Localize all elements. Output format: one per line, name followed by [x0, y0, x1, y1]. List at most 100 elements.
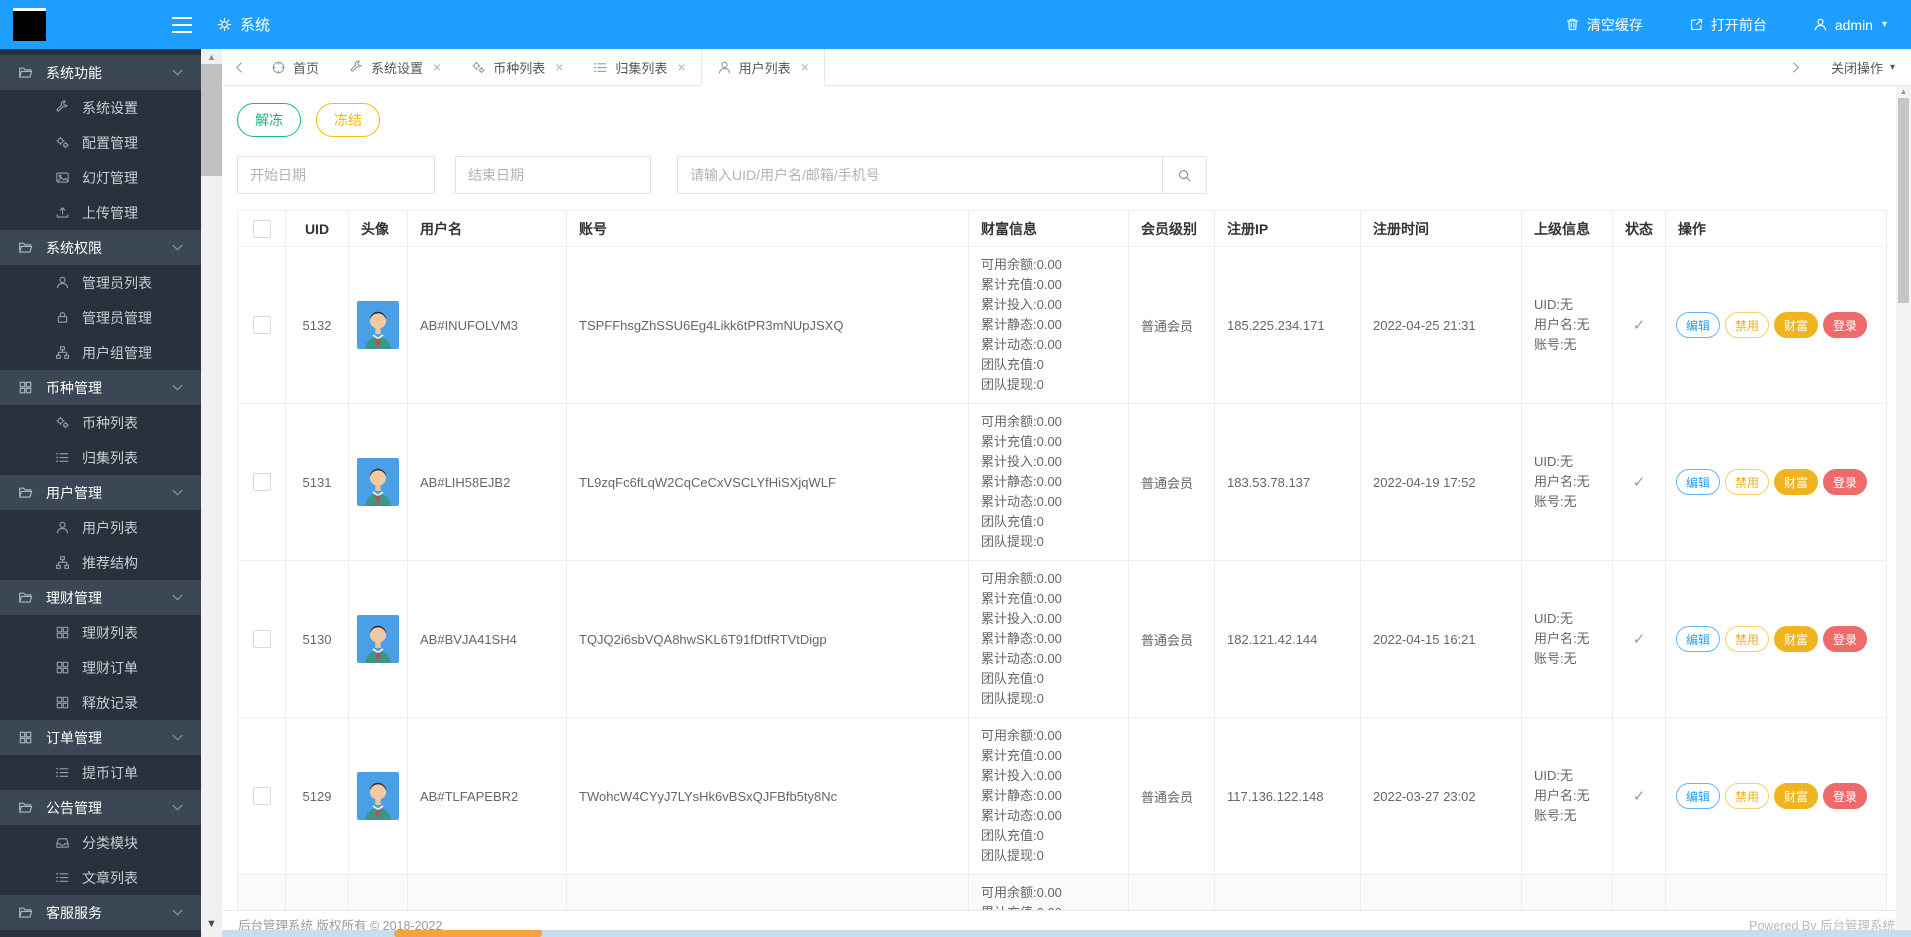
- row-action-outline-blue[interactable]: 编辑: [1676, 312, 1721, 338]
- sidebar-item[interactable]: 用户组管理: [0, 335, 201, 370]
- row-action-solid-amber[interactable]: 财富: [1774, 783, 1819, 809]
- tab-label: 系统设置: [371, 60, 424, 76]
- sidebar-item[interactable]: 推荐结构: [0, 545, 201, 580]
- row-action-solid-red[interactable]: 登录: [1823, 783, 1868, 809]
- close-icon[interactable]: ×: [555, 59, 563, 75]
- menu-toggle-button[interactable]: [163, 0, 201, 49]
- row-action-solid-red[interactable]: 登录: [1823, 312, 1868, 338]
- cell-account: [566, 874, 969, 910]
- column-header: 用户名: [407, 210, 567, 247]
- row-action-outline-blue[interactable]: 编辑: [1676, 626, 1721, 652]
- close-icon[interactable]: ×: [433, 59, 441, 75]
- parent-line: 账号:无: [1534, 494, 1577, 509]
- sidebar-scrollbar-thumb[interactable]: [201, 64, 222, 176]
- search-button[interactable]: [1162, 156, 1207, 194]
- sidebar-group-6[interactable]: 公告管理: [0, 790, 201, 825]
- sidebar-group-0[interactable]: 系统功能: [0, 55, 201, 90]
- sidebar-item[interactable]: 文章列表: [0, 860, 201, 895]
- cell-actions: 编辑 禁用 财富 登录: [1665, 717, 1887, 875]
- tab-1[interactable]: 系统设置 ×: [334, 49, 456, 85]
- select-all-checkbox[interactable]: [252, 219, 271, 238]
- sidebar-item[interactable]: 理财列表: [0, 615, 201, 650]
- tab-0[interactable]: 首页: [256, 49, 334, 85]
- row-checkbox[interactable]: [252, 630, 271, 648]
- close-icon[interactable]: ×: [801, 59, 809, 75]
- user-icon: [55, 275, 70, 290]
- tab-3[interactable]: 归集列表 ×: [578, 49, 700, 85]
- wealth-line: 可用余额:0.00: [981, 571, 1062, 586]
- scroll-up-icon[interactable]: ▲: [1896, 86, 1911, 98]
- sidebar-item[interactable]: 分类模块: [0, 825, 201, 860]
- cell-reg-time: 2022-04-25 21:31: [1360, 246, 1522, 404]
- horizontal-scrollbar[interactable]: [222, 930, 1911, 937]
- vertical-scrollbar-thumb[interactable]: [1898, 98, 1909, 303]
- topbar-action-1[interactable]: 打开前台: [1689, 15, 1767, 35]
- scroll-down-icon[interactable]: ▼: [206, 916, 217, 937]
- vertical-scrollbar[interactable]: ▲: [1896, 86, 1911, 930]
- bulk-actions: 解冻 冻结: [237, 103, 1896, 137]
- sidebar-item[interactable]: 幻灯管理: [0, 160, 201, 195]
- row-action-solid-red[interactable]: 登录: [1823, 626, 1868, 652]
- sidebar-group-4[interactable]: 理财管理: [0, 580, 201, 615]
- cell-wealth: 可用余额:0.00 累计充值:0.00 累计投入:0.00 累计静态:0.00 累计动态…: [968, 246, 1129, 404]
- search-input[interactable]: [677, 156, 1163, 194]
- close-icon[interactable]: ×: [677, 59, 685, 75]
- table-header-row: UID 头像 用户名 账号 财富信息 会员级别 注册IP 注册时间 上级信息 状态 操作: [237, 210, 1887, 247]
- sidebar-item[interactable]: 币种列表: [0, 405, 201, 440]
- sidebar-item[interactable]: 用户列表: [0, 510, 201, 545]
- sidebar-scrollbar[interactable]: ▲ ▼: [201, 49, 222, 937]
- row-action-outline-amber[interactable]: 禁用: [1725, 626, 1770, 652]
- cell-parent-info: UID:无 用户名:无 账号:无: [1521, 560, 1613, 718]
- row-action-outline-amber[interactable]: 禁用: [1725, 469, 1770, 495]
- cell-uid: 5129: [285, 717, 349, 875]
- parent-line: UID:无: [1534, 297, 1574, 312]
- row-checkbox[interactable]: [252, 316, 271, 334]
- sidebar-group-3[interactable]: 用户管理: [0, 475, 201, 510]
- sidebar-item[interactable]: 归集列表: [0, 440, 201, 475]
- horizontal-scrollbar-thumb[interactable]: [394, 930, 542, 937]
- row-action-solid-amber[interactable]: 财富: [1774, 312, 1819, 338]
- row-action-outline-amber[interactable]: 禁用: [1725, 783, 1770, 809]
- row-action-outline-blue[interactable]: 编辑: [1676, 469, 1721, 495]
- sidebar-group-5[interactable]: 订单管理: [0, 720, 201, 755]
- row-action-outline-blue[interactable]: 编辑: [1676, 783, 1721, 809]
- row-action-solid-red[interactable]: 登录: [1823, 469, 1868, 495]
- list-icon: [55, 870, 70, 885]
- table-row: 5132 AB#INUFOLVM3 TSPFFhsgZhSSU6Eg4Likk6tP…: [237, 246, 1887, 404]
- wealth-line: 累计充值:0.00: [981, 591, 1062, 606]
- scroll-up-icon[interactable]: ▲: [207, 49, 216, 64]
- folder-icon: [18, 590, 33, 605]
- close-operations-dropdown[interactable]: 关闭操作 ▾: [1831, 58, 1895, 77]
- sidebar-item[interactable]: 系统设置: [0, 90, 201, 125]
- sidebar-group-7[interactable]: 客服服务: [0, 895, 201, 930]
- row-action-solid-amber[interactable]: 财富: [1774, 626, 1819, 652]
- tab-2[interactable]: 币种列表 ×: [456, 49, 578, 85]
- topbar-action-2[interactable]: admin ▾: [1813, 17, 1887, 33]
- sidebar-item[interactable]: 提币订单: [0, 755, 201, 790]
- unfreeze-button[interactable]: 解冻: [237, 103, 301, 137]
- sidebar-item[interactable]: 配置管理: [0, 125, 201, 160]
- row-checkbox[interactable]: [252, 787, 271, 805]
- folder-icon: [18, 65, 33, 80]
- freeze-button[interactable]: 冻结: [316, 103, 380, 137]
- tabs-forward-button[interactable]: [1779, 60, 1813, 75]
- sidebar-item[interactable]: 释放记录: [0, 685, 201, 720]
- sidebar-item[interactable]: 理财订单: [0, 650, 201, 685]
- row-action-outline-amber[interactable]: 禁用: [1725, 312, 1770, 338]
- sidebar-item[interactable]: 上传管理: [0, 195, 201, 230]
- row-action-solid-amber[interactable]: 财富: [1774, 469, 1819, 495]
- parent-line: 用户名:无: [1534, 317, 1590, 332]
- tabs-back-button[interactable]: [222, 49, 256, 85]
- cell-account: TQJQ2i6sbVQA8hwSKL6T91fDtfRTVtDigp: [566, 560, 969, 718]
- topbar-action-0[interactable]: 清空缓存: [1565, 15, 1643, 35]
- start-date-input[interactable]: [237, 156, 435, 194]
- caret-down-icon: ▾: [1889, 61, 1895, 73]
- sidebar-group-2[interactable]: 币种管理: [0, 370, 201, 405]
- row-checkbox[interactable]: [252, 473, 271, 491]
- sidebar-item[interactable]: 管理员管理: [0, 300, 201, 335]
- end-date-input[interactable]: [455, 156, 651, 194]
- sidebar-item[interactable]: 管理员列表: [0, 265, 201, 300]
- tab-4[interactable]: 用户列表 ×: [700, 49, 825, 86]
- sidebar-group-1[interactable]: 系统权限: [0, 230, 201, 265]
- topbar-action-label: 打开前台: [1710, 16, 1767, 33]
